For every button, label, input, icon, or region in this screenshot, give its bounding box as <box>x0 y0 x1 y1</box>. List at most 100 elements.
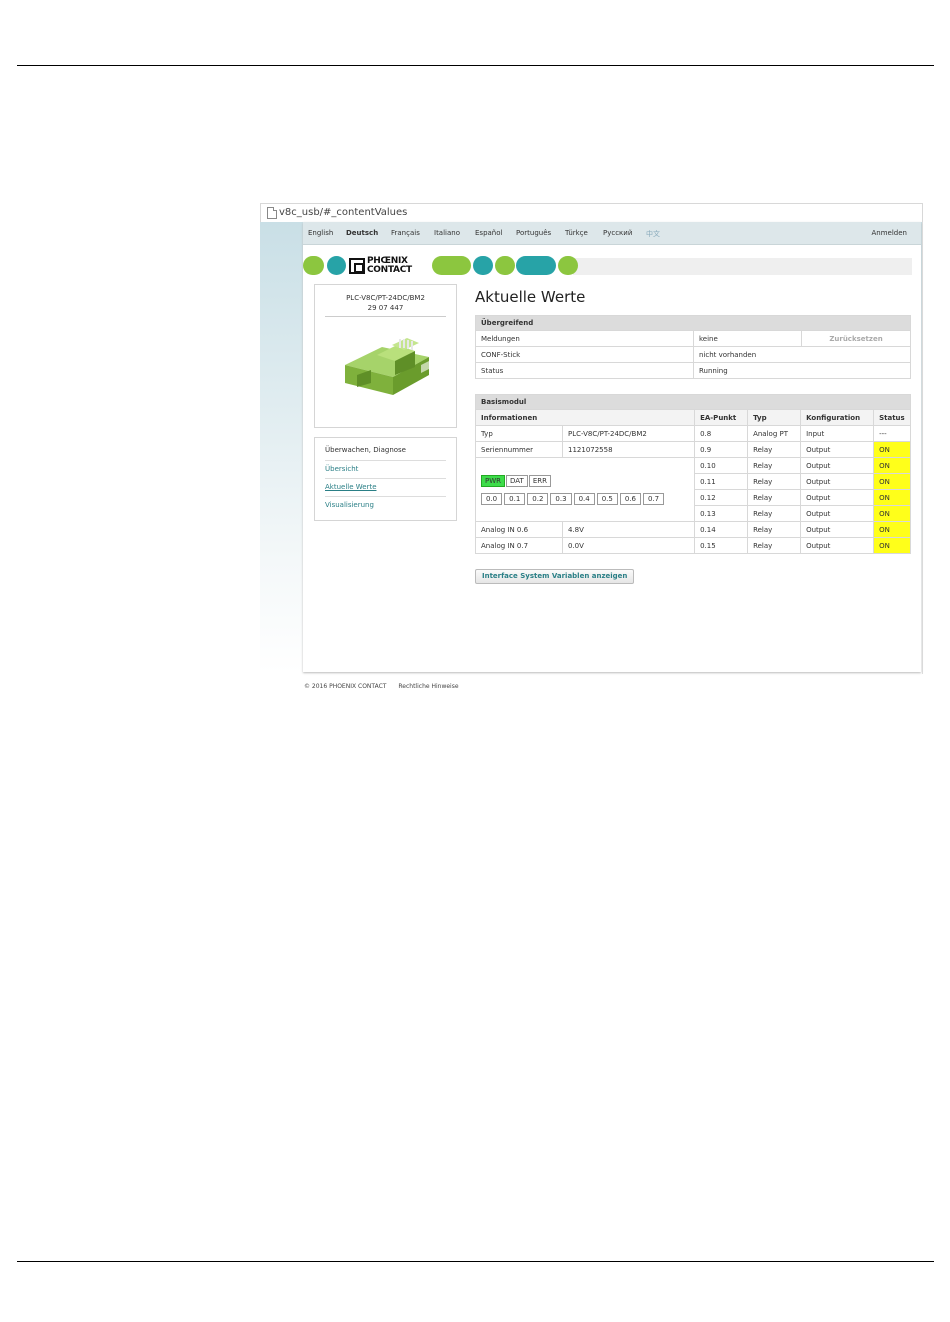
table-row: Seriennummer 1121072558 0.9 Relay Output… <box>475 441 911 458</box>
row-label: Meldungen <box>475 330 694 347</box>
brand-dot <box>473 256 493 275</box>
table-row: PWR DAT ERR 0.0 0.1 0.2 0.3 0.4 0.5 0.6 0.7 0.10 … <box>474 457 911 522</box>
table-row: Status Running <box>475 362 911 379</box>
lang-espanol[interactable]: Español <box>475 229 502 237</box>
point-config: Input <box>800 425 875 442</box>
lang-english[interactable]: English <box>308 229 333 237</box>
point-type: Relay <box>747 521 802 538</box>
row-label: CONF-Stick <box>475 346 694 363</box>
table-row: Analog IN 0.7 0.0V 0.15 Relay Output ON <box>475 537 911 554</box>
point-type: Relay <box>747 505 802 522</box>
bit-row: 0.0 0.1 0.2 0.3 0.4 0.5 0.6 0.7 <box>481 492 689 505</box>
point-config: Output <box>800 441 875 458</box>
led-row: PWR DAT ERR <box>481 474 689 487</box>
point-status: ON <box>873 457 911 474</box>
web-page: English Deutsch Français Italiano Españo… <box>303 222 921 672</box>
lang-turkce[interactable]: Türkçe <box>565 229 588 237</box>
legal-link[interactable]: Rechtliche Hinweise <box>398 683 458 690</box>
reset-button[interactable]: Zurücksetzen <box>801 330 911 347</box>
table-header-row: Informationen EA-Punkt Typ Konfiguration… <box>474 409 911 426</box>
point-status: ON <box>873 441 911 458</box>
page-rule-top <box>17 65 934 66</box>
col-konfiguration: Konfiguration <box>800 409 875 426</box>
brand-dot <box>495 256 515 275</box>
interface-variables-button[interactable]: Interface System Variablen anzeigen <box>475 569 635 584</box>
address-bar[interactable]: v8c_usb/#_contentValues <box>260 203 923 222</box>
lang-chinese[interactable]: 中文 <box>646 229 660 239</box>
point-status: ON <box>873 537 911 554</box>
nav-item-visualisierung[interactable]: Visualisierung <box>325 501 374 509</box>
overview-table: Übergreifend Meldungen keine Zurücksetze… <box>475 315 911 379</box>
table-row: CONF-Stick nicht vorhanden <box>475 346 911 363</box>
point-status: --- <box>873 425 911 442</box>
bit-indicator: 0.6 <box>619 492 641 505</box>
product-number: 29 07 447 <box>367 304 404 312</box>
col-informationen: Informationen <box>474 409 696 426</box>
col-ea-punkt: EA-Punkt <box>694 409 749 426</box>
bit-indicator: 0.4 <box>573 492 595 505</box>
led-err: ERR <box>528 474 551 487</box>
info-label: Analog IN 0.7 <box>475 537 563 554</box>
lang-italiano[interactable]: Italiano <box>434 229 460 237</box>
point-status: ON <box>873 489 911 506</box>
brand-dot <box>558 256 578 275</box>
brand-dot <box>303 256 324 275</box>
lang-francais[interactable]: Français <box>391 229 420 237</box>
ea-point: 0.14 <box>694 521 749 538</box>
point-type: Relay <box>747 457 802 474</box>
col-status: Status <box>873 409 911 426</box>
brand-dot <box>516 256 556 275</box>
page-footer: © 2016 PHOENIX CONTACT Rechtliche Hinwei… <box>304 683 469 690</box>
ea-point: 0.10 <box>694 457 749 474</box>
brand-strip <box>573 258 912 275</box>
left-nav: Überwachen, Diagnose Übersicht Aktuelle … <box>314 437 457 521</box>
login-link[interactable]: Anmelden <box>872 229 907 237</box>
info-value: 1121072558 <box>561 441 696 458</box>
nav-item-uebersicht[interactable]: Übersicht <box>325 465 358 473</box>
lang-russian[interactable]: Русский <box>603 229 632 237</box>
language-bar: English Deutsch Français Italiano Españo… <box>303 222 921 245</box>
row-label: Status <box>475 362 694 379</box>
basis-header: Basismodul <box>475 394 911 410</box>
point-status: ON <box>873 505 911 522</box>
info-label: Analog IN 0.6 <box>475 521 563 538</box>
lang-deutsch[interactable]: Deutsch <box>346 229 378 237</box>
led-dat: DAT <box>506 474 528 487</box>
ea-point: 0.8 <box>694 425 749 442</box>
page-title: Aktuelle Werte <box>475 288 586 306</box>
table-row: Typ PLC-V8C/PT-24DC/BM2 0.8 Analog PT In… <box>475 425 911 442</box>
point-status: ON <box>873 473 911 490</box>
logo-text: PHŒNIX CONTACT <box>367 257 412 275</box>
info-label: Typ <box>475 425 563 442</box>
point-type: Relay <box>747 489 802 506</box>
lang-portugues[interactable]: Português <box>516 229 551 237</box>
table-row: Meldungen keine Zurücksetzen <box>475 330 911 347</box>
logo-mark <box>349 258 365 274</box>
point-status: ON <box>873 521 911 538</box>
bit-indicator: 0.7 <box>642 492 665 505</box>
address-url[interactable]: v8c_usb/#_contentValues <box>279 204 407 222</box>
info-value: PLC-V8C/PT-24DC/BM2 <box>561 425 696 442</box>
point-type: Relay <box>747 441 802 458</box>
ea-point: 0.15 <box>694 537 749 554</box>
point-config: Output <box>800 457 875 474</box>
basis-table: Basismodul Informationen EA-Punkt Typ Ko… <box>474 394 911 554</box>
ea-point: 0.11 <box>694 473 749 490</box>
logo-line-2: CONTACT <box>367 265 412 275</box>
divider <box>325 316 446 317</box>
copyright-text: © 2016 PHOENIX CONTACT <box>304 683 387 690</box>
nav-heading: Überwachen, Diagnose <box>325 446 406 454</box>
col-typ: Typ <box>747 409 802 426</box>
point-type: Relay <box>747 537 802 554</box>
row-value: keine <box>693 330 802 347</box>
info-value: 4.8V <box>561 521 696 538</box>
row-value: Running <box>693 362 911 379</box>
point-config: Output <box>800 521 875 538</box>
point-type: Relay <box>747 473 802 490</box>
ea-point: 0.12 <box>694 489 749 506</box>
page-rule-bottom <box>17 1261 934 1262</box>
nav-item-aktuelle-werte[interactable]: Aktuelle Werte <box>325 483 377 491</box>
product-box: PLC-V8C/PT-24DC/BM2 29 07 447 <box>314 284 457 428</box>
point-config: Output <box>800 489 875 506</box>
product-name: PLC-V8C/PT-24DC/BM2 <box>346 294 425 302</box>
